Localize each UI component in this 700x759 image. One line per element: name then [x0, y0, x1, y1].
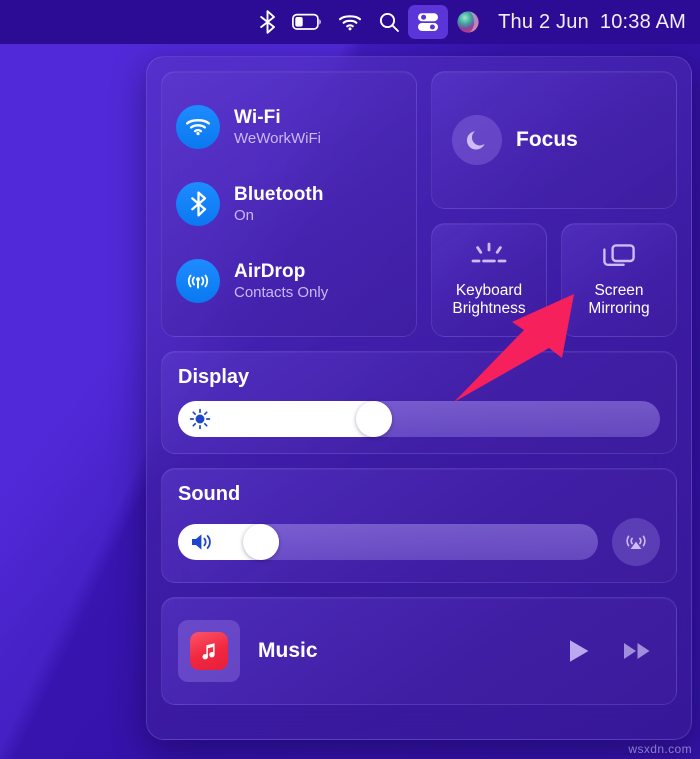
connectivity-text-wifi: Wi-Fi WeWorkWiFi — [234, 107, 321, 147]
sound-slider-knob[interactable] — [243, 524, 280, 560]
wifi-subtitle: WeWorkWiFi — [234, 129, 321, 147]
connectivity-row-airdrop[interactable]: AirDrop Contacts Only — [176, 259, 402, 304]
focus-card[interactable]: Focus — [431, 71, 677, 209]
sound-card: Sound — [161, 468, 677, 583]
keyboard-brightness-tile[interactable]: Keyboard Brightness — [431, 223, 547, 337]
airdrop-icon[interactable] — [176, 259, 220, 304]
keyboard-brightness-icon — [468, 240, 510, 274]
menu-bar: Thu 2 Jun 10:38 AM — [0, 0, 700, 44]
control-center-right-column: Focus Keyboard Brightness Screen Mirrori… — [431, 71, 677, 337]
screen-mirroring-icon — [601, 240, 637, 274]
menu-bar-clock[interactable]: Thu 2 Jun 10:38 AM — [488, 11, 686, 34]
screen-mirroring-line1: Screen — [594, 281, 644, 299]
connectivity-row-bluetooth[interactable]: Bluetooth On — [176, 181, 402, 226]
play-button[interactable] — [560, 633, 598, 669]
connectivity-text-bluetooth: Bluetooth On — [234, 184, 324, 224]
connectivity-text-airdrop: AirDrop Contacts Only — [234, 261, 328, 301]
spotlight-search-icon[interactable] — [370, 5, 408, 39]
control-center-tile-row: Keyboard Brightness Screen Mirroring — [431, 223, 677, 337]
airplay-icon[interactable] — [612, 518, 660, 566]
wifi-title: Wi-Fi — [234, 106, 281, 128]
music-app-icon-container[interactable] — [178, 620, 240, 682]
sound-title: Sound — [178, 483, 241, 505]
watermark: wsxdn.com — [628, 742, 692, 756]
display-card: Display — [161, 351, 677, 454]
bluetooth-title: Bluetooth — [234, 183, 324, 205]
control-center-top-row: Wi-Fi WeWorkWiFi Bluetooth On AirDrop Co… — [161, 71, 677, 337]
fast-forward-button[interactable] — [616, 634, 658, 668]
desktop-screen: Thu 2 Jun 10:38 AM Wi-Fi WeWorkWiFi Blue… — [0, 0, 700, 759]
menu-bar-time: 10:38 AM — [599, 10, 686, 33]
control-center-panel: Wi-Fi WeWorkWiFi Bluetooth On AirDrop Co… — [146, 56, 692, 740]
battery-icon[interactable] — [284, 5, 330, 39]
sound-volume-slider[interactable] — [178, 524, 598, 560]
display-slider-knob[interactable] — [356, 401, 393, 437]
keyboard-brightness-label: Keyboard Brightness — [452, 282, 525, 319]
screen-mirroring-line2: Mirroring — [588, 300, 650, 317]
display-brightness-slider[interactable] — [178, 401, 660, 437]
sound-slider-row — [178, 518, 660, 566]
bluetooth-icon[interactable] — [250, 5, 284, 39]
wifi-icon[interactable] — [330, 5, 370, 39]
siri-icon[interactable] — [448, 5, 488, 39]
bluetooth-icon[interactable] — [176, 181, 220, 226]
focus-label: Focus — [516, 128, 578, 151]
display-title: Display — [178, 366, 250, 388]
moon-icon — [452, 115, 502, 165]
music-label: Music — [258, 639, 318, 662]
keyboard-brightness-line1: Keyboard — [455, 281, 523, 299]
screen-mirroring-tile[interactable]: Screen Mirroring — [561, 223, 677, 337]
connectivity-row-wifi[interactable]: Wi-Fi WeWorkWiFi — [176, 104, 402, 149]
display-slider-row — [178, 401, 660, 437]
music-app-icon — [190, 632, 228, 670]
speaker-volume-icon — [189, 531, 215, 553]
screen-mirroring-label: Screen Mirroring — [588, 282, 649, 319]
connectivity-card: Wi-Fi WeWorkWiFi Bluetooth On AirDrop Co… — [161, 71, 417, 337]
menu-bar-date: Thu 2 Jun — [498, 10, 589, 33]
wifi-icon[interactable] — [176, 104, 220, 149]
bluetooth-subtitle: On — [234, 206, 255, 224]
airdrop-title: AirDrop — [234, 261, 306, 283]
brightness-sun-icon — [189, 408, 211, 430]
keyboard-brightness-line2: Brightness — [452, 300, 526, 317]
music-card: Music — [161, 597, 677, 705]
airdrop-subtitle: Contacts Only — [234, 284, 329, 302]
control-center-icon[interactable] — [408, 5, 449, 39]
